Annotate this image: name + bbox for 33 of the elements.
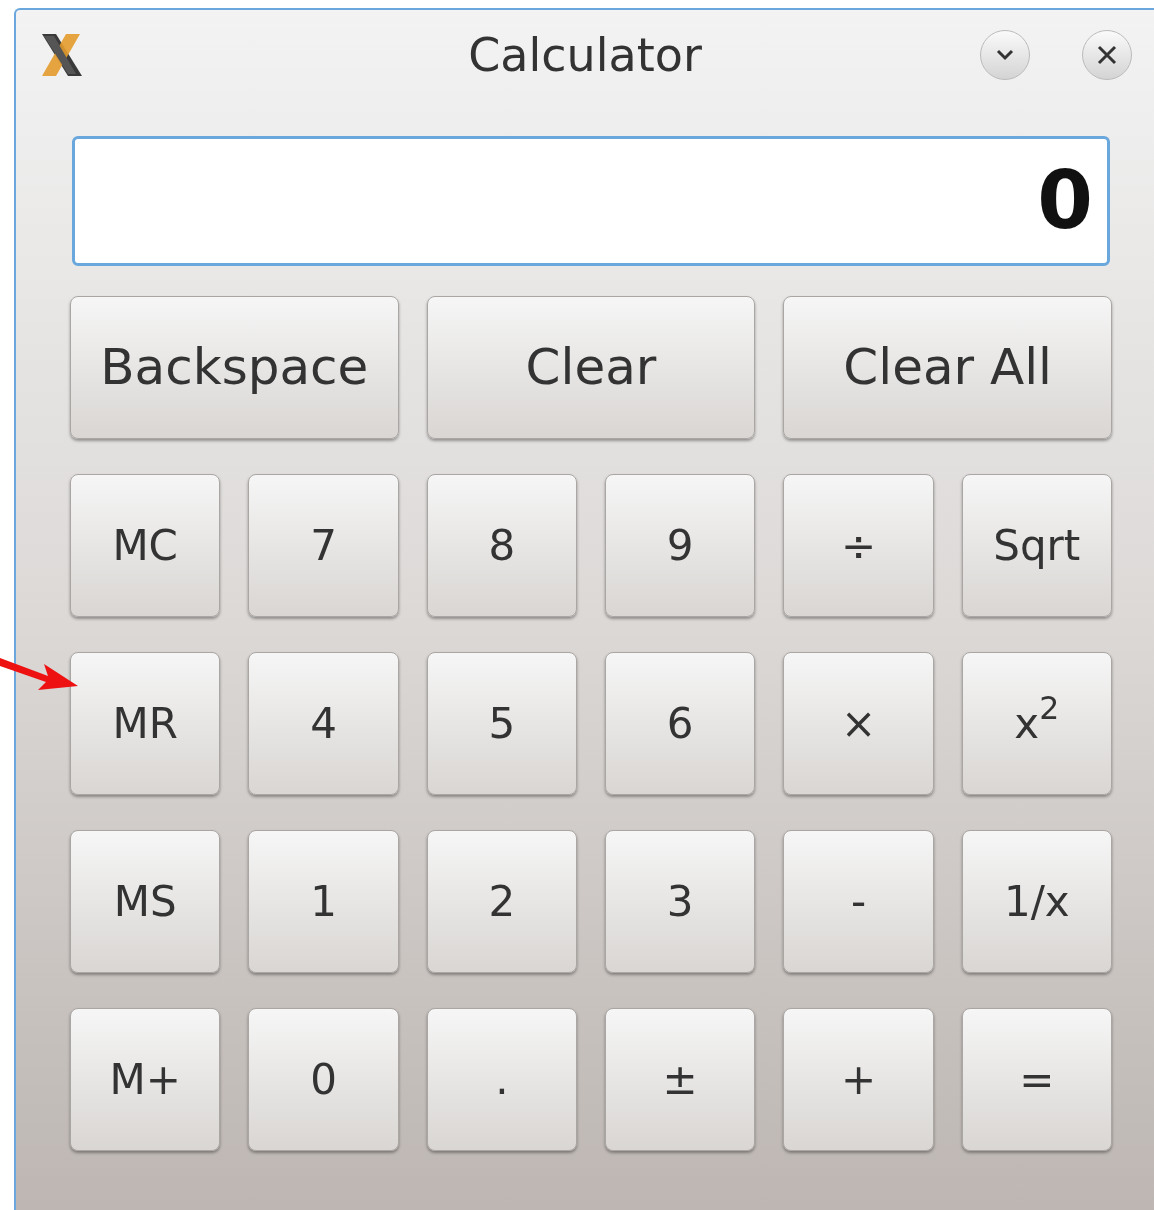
key-button[interactable]: × [783, 652, 934, 795]
window-title: Calculator [468, 26, 702, 84]
key-button[interactable]: + [783, 1008, 934, 1151]
close-icon [1096, 44, 1118, 66]
key-button[interactable]: 5 [426, 652, 577, 795]
key-button[interactable]: ± [605, 1008, 756, 1151]
key-button[interactable]: M+ [70, 1008, 221, 1151]
key-button[interactable]: = [961, 1008, 1112, 1151]
key-button[interactable]: . [426, 1008, 577, 1151]
minimize-button[interactable] [980, 30, 1030, 80]
calculator-button[interactable]: Backspace [70, 296, 399, 439]
key-button[interactable]: x$^{2}$ [961, 652, 1112, 795]
calculator-button[interactable]: Clear [426, 296, 756, 439]
key-button[interactable]: MR [70, 652, 221, 795]
key-button[interactable]: Sqrt [961, 474, 1112, 617]
key-button[interactable]: 1/x [961, 830, 1112, 973]
key-button[interactable]: 6 [605, 652, 756, 795]
key-button[interactable]: 9 [605, 474, 756, 617]
key-button[interactable]: MC [70, 474, 221, 617]
key-button[interactable]: - [783, 830, 934, 973]
key-button[interactable]: 7 [248, 474, 399, 617]
key-button[interactable]: ÷ [783, 474, 934, 617]
key-button[interactable]: 4 [248, 652, 399, 795]
key-button[interactable]: 8 [426, 474, 577, 617]
calculator-button[interactable]: Clear All [783, 296, 1112, 439]
key-button[interactable]: 3 [605, 830, 756, 973]
chevron-down-icon [995, 48, 1015, 62]
key-button[interactable]: MS [70, 830, 221, 973]
key-button[interactable]: 0 [248, 1008, 399, 1151]
key-button[interactable]: 2 [426, 830, 577, 973]
close-button[interactable] [1082, 30, 1132, 80]
key-button[interactable]: 1 [248, 830, 399, 973]
display-field[interactable]: 0 [72, 136, 1110, 266]
